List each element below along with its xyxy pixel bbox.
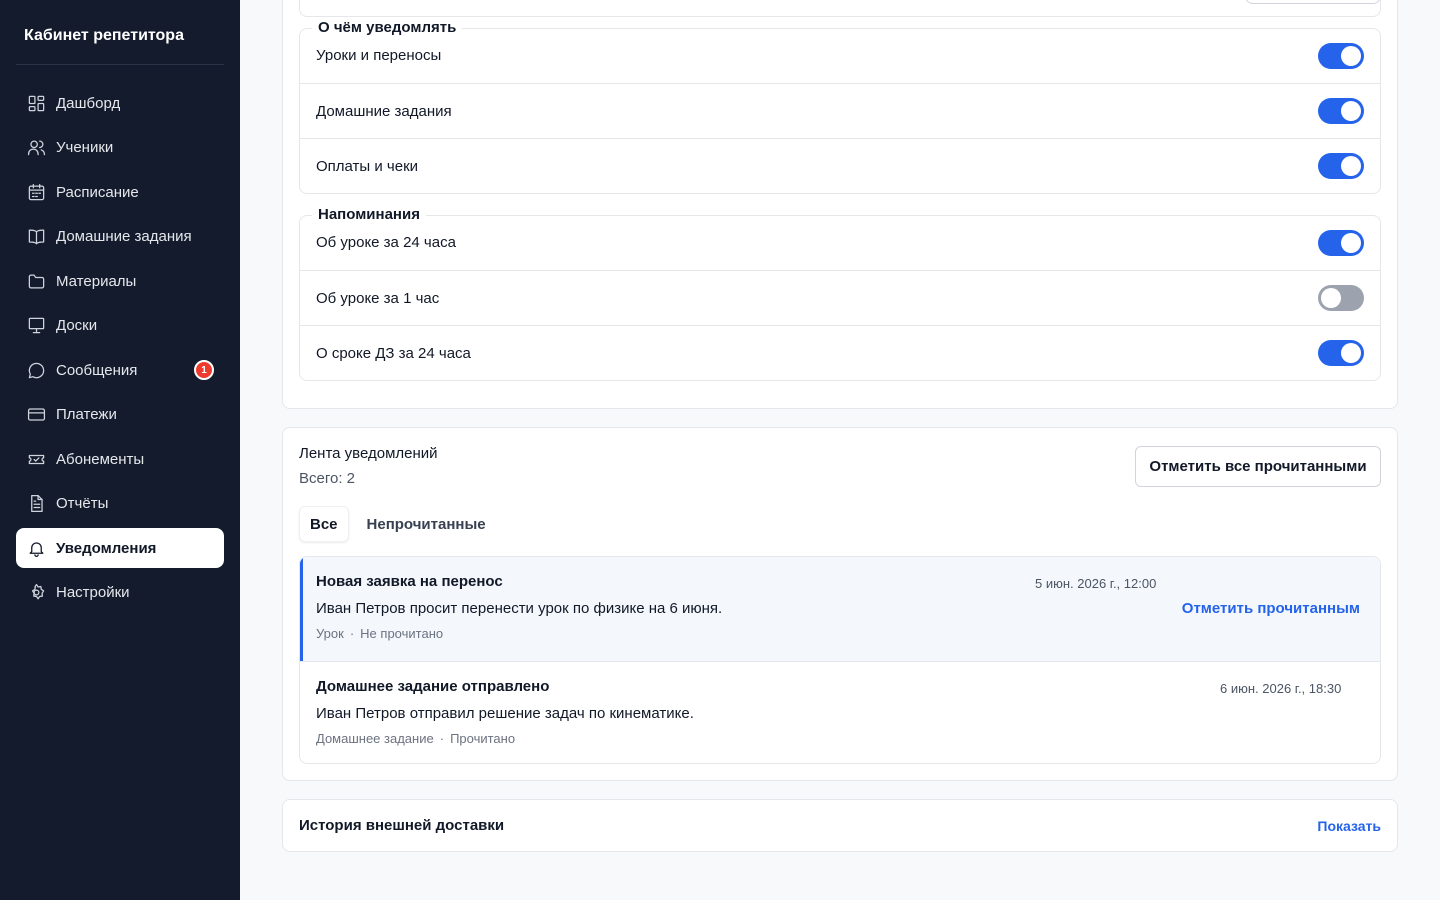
notification-item[interactable]: Домашнее задание отправлено Иван Петров … [300,661,1380,763]
feed-title: Лента уведомлений [299,445,438,462]
lessons-toggle[interactable] [1318,42,1364,69]
sidebar-item-boards[interactable]: Доски [16,306,224,346]
sidebar-nav: Дашборд Ученики Расписание Домашние зада… [16,83,224,617]
book-icon [26,227,46,247]
toggle-knob [1321,288,1341,308]
setting-row-lessons: Уроки и переносы [300,28,1380,83]
setting-label: Об уроке за 1 час [316,289,440,307]
sidebar-item-label: Дашборд [56,94,121,112]
group-title: О чём уведомлять [318,19,457,36]
notification-time: 5 июн. 2026 г., 12:00 [1035,576,1157,591]
reminders-group: Напоминания Об уроке за 24 часа Об уроке… [299,206,1381,381]
sidebar-item-students[interactable]: Ученики [16,128,224,168]
delivery-history-card: История внешней доставки Показать [282,799,1398,852]
sidebar-item-label: Абонементы [56,450,145,468]
setting-row-reminder-1h: Об уроке за 1 час [300,270,1380,325]
notification-body: Иван Петров отправил решение задач по ки… [316,705,694,722]
toggle-knob [1341,156,1361,176]
sidebar-item-label: Материалы [56,272,137,290]
dashboard-icon [26,93,46,113]
setting-row-homework-deadline: О сроке ДЗ за 24 часа [300,325,1380,380]
setting-label: Домашние задания [316,102,452,120]
setting-label: Уроки и переносы [316,47,442,64]
bell-icon [26,538,46,558]
board-icon [26,316,46,336]
previous-row [299,0,1381,17]
toggle-knob [1341,45,1361,66]
notification-status: Прочитано [450,731,516,746]
payments-toggle[interactable] [1318,153,1364,179]
notification-title: Домашнее задание отправлено [316,678,550,695]
sidebar-item-label: Сообщения [56,361,138,379]
homework-deadline-toggle[interactable] [1318,340,1364,366]
ticket-icon [26,449,46,469]
meta-separator: · [439,731,445,746]
toggle-knob [1341,101,1361,121]
previous-button[interactable] [1245,0,1381,4]
notification-feed-card: Лента уведомлений Всего: 2 Отметить все … [282,427,1398,781]
show-history-link[interactable]: Показать [1317,818,1381,834]
notification-list: Новая заявка на перенос Иван Петров прос… [299,556,1381,764]
sidebar-item-notifications[interactable]: Уведомления [16,528,224,568]
reminder-24h-toggle[interactable] [1318,229,1364,256]
sidebar-item-schedule[interactable]: Расписание [16,172,224,212]
folder-icon [26,271,46,291]
toggle-knob [1341,232,1361,253]
sidebar-item-label: Настройки [56,584,130,601]
sidebar-item-messages[interactable]: Сообщения 1 [16,350,224,390]
setting-label: О сроке ДЗ за 24 часа [316,344,471,362]
notification-meta: Домашнее задание · Прочитано [316,731,1364,746]
sidebar-item-label: Доски [56,317,98,334]
sidebar-divider [16,64,224,65]
sidebar-item-payments[interactable]: Платежи [16,395,224,435]
sidebar-item-reports[interactable]: Отчёты [16,484,224,524]
sidebar-item-subscriptions[interactable]: Абонементы [16,439,224,479]
message-icon [26,360,46,380]
sidebar-item-label: Платежи [56,406,117,423]
gear-icon [26,583,46,603]
feed-tabs: Все Непрочитанные [299,506,504,542]
notification-time: 6 июн. 2026 г., 18:30 [1220,681,1342,696]
sidebar-item-label: Отчёты [56,495,109,512]
notification-settings-card: О чём уведомлять Уроки и переносы Домашн… [282,0,1398,409]
notification-status: Не прочитано [360,626,444,641]
report-icon [26,494,46,514]
mark-all-read-button[interactable]: Отметить все прочитанными [1135,446,1381,487]
app-title: Кабинет репетитора [24,27,184,44]
sidebar-item-label: Домашние задания [56,228,192,245]
notification-item[interactable]: Новая заявка на перенос Иван Петров прос… [300,557,1380,661]
tab-unread[interactable]: Непрочитанные [357,506,496,542]
setting-label: Оплаты и чеки [316,157,419,175]
sidebar-item-label: Расписание [56,183,139,201]
tab-all[interactable]: Все [299,506,349,542]
notification-meta: Урок · Не прочитано [316,626,1364,641]
setting-row-payments: Оплаты и чеки [300,138,1380,193]
toggle-knob [1341,343,1361,363]
sidebar-item-materials[interactable]: Материалы [16,261,224,301]
notification-title: Новая заявка на перенос [316,573,503,590]
users-icon [26,138,46,158]
sidebar-item-label: Уведомления [56,539,157,557]
homework-toggle[interactable] [1318,98,1364,124]
notification-category: Домашнее задание [316,731,434,746]
mark-read-link[interactable]: Отметить прочитанным [1182,600,1360,617]
reminder-1h-toggle[interactable] [1318,285,1364,311]
setting-label: Об уроке за 24 часа [316,234,456,251]
setting-row-homework: Домашние задания [300,83,1380,138]
sidebar: Кабинет репетитора Дашборд Ученики Распи… [0,0,240,900]
notify-about-group: О чём уведомлять Уроки и переносы Домашн… [299,19,1381,194]
setting-row-reminder-24h: Об уроке за 24 часа [300,215,1380,270]
group-title: Напоминания [318,206,420,223]
sidebar-item-settings[interactable]: Настройки [16,573,224,613]
calendar-icon [26,182,46,202]
credit-card-icon [26,405,46,425]
history-title: История внешней доставки [299,817,505,834]
feed-total: Всего: 2 [299,470,356,487]
sidebar-item-dashboard[interactable]: Дашборд [16,83,224,123]
sidebar-item-label: Ученики [56,139,114,156]
meta-separator: · [349,626,355,641]
messages-badge: 1 [194,360,214,380]
sidebar-item-homework[interactable]: Домашние задания [16,217,224,257]
notification-category: Урок [316,626,344,641]
